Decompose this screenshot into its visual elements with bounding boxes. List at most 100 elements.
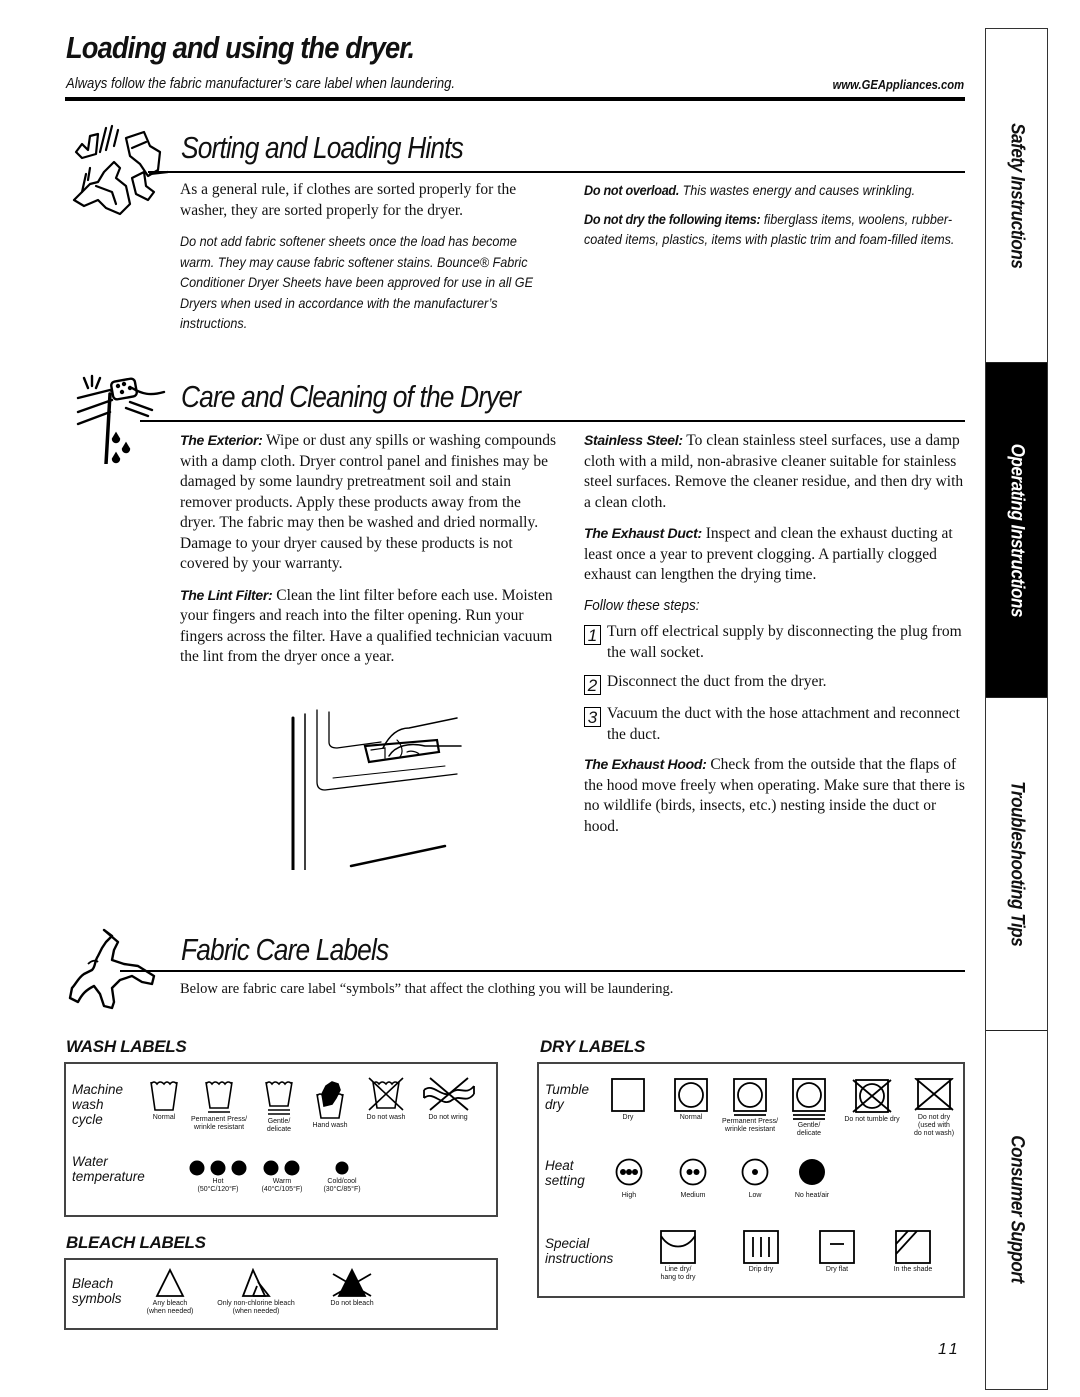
wash-caption: Gentle/ delicate bbox=[266, 1118, 292, 1133]
steps-list: 1 Turn off electrical supply by disconne… bbox=[584, 622, 969, 745]
step-item: 1 Turn off electrical supply by disconne… bbox=[584, 622, 969, 663]
do-not-dry-icon: Do not dry (used with do not wash) bbox=[907, 1078, 961, 1138]
dry-caption: Low bbox=[748, 1192, 762, 1199]
tab-consumer-support[interactable]: Consumer Support bbox=[986, 1031, 1047, 1388]
step-item: 3 Vacuum the duct with the hose attachme… bbox=[584, 704, 969, 745]
page-title: Loading and using the dryer. bbox=[66, 30, 415, 65]
exhaust-hood-lead: The Exhaust Hood: bbox=[584, 756, 707, 772]
bleach-labels-heading: BLEACH LABELS bbox=[66, 1233, 206, 1252]
do-not-wash-icon: Do not wash bbox=[362, 1076, 410, 1122]
dry-caption: Gentle/ delicate bbox=[796, 1122, 822, 1137]
lint-filter-paragraph: The Lint Filter: Clean the lint filter b… bbox=[180, 585, 560, 668]
do-not-dry-items: Do not dry the following items: fibergla… bbox=[584, 209, 962, 250]
tab-label: Operating Instructions bbox=[1006, 443, 1028, 617]
section-rule bbox=[120, 970, 965, 972]
wash-gentle-icon: Gentle/ delicate bbox=[256, 1076, 302, 1134]
tumbling-clothes-icon bbox=[68, 124, 170, 216]
tab-label: Troubleshooting Tips bbox=[1006, 781, 1028, 947]
heat-high-icon: High bbox=[611, 1158, 647, 1200]
special-instructions-label: Special instructions bbox=[545, 1236, 614, 1266]
exterior-paragraph: The Exterior: Wipe or dust any spills or… bbox=[180, 430, 560, 575]
no-heat-icon: No heat/air bbox=[787, 1158, 837, 1200]
in-the-shade-icon: In the shade bbox=[889, 1230, 937, 1274]
tumble-permanent-press-icon: Permanent Press/ wrinkle resistant bbox=[717, 1078, 783, 1134]
dry-flat-icon: Dry flat bbox=[815, 1230, 859, 1274]
wash-normal-icon: Normal bbox=[144, 1076, 184, 1122]
tab-label: Consumer Support bbox=[1006, 1135, 1028, 1284]
fabric-intro: Below are fabric care label “symbols” th… bbox=[180, 981, 674, 997]
page-number: 11 bbox=[938, 1341, 961, 1358]
fabric-softener-note: Do not add fabric softener sheets once t… bbox=[180, 233, 534, 331]
dry-labels-box: Tumble dry Heat setting Special instruct… bbox=[537, 1062, 965, 1298]
dry-labels-heading: DRY LABELS bbox=[540, 1037, 646, 1056]
step-item: 2 Disconnect the duct from the dryer. bbox=[584, 672, 969, 695]
heat-medium-icon: Medium bbox=[673, 1158, 713, 1200]
stainless-steel-paragraph: Stainless Steel: To clean stainless stee… bbox=[584, 430, 969, 513]
section-title-care: Care and Cleaning of the Dryer bbox=[181, 379, 521, 414]
do-not-bleach-icon: Do not bleach bbox=[322, 1268, 382, 1308]
tumble-gentle-icon: Gentle/ delicate bbox=[789, 1078, 829, 1138]
tab-safety-instructions[interactable]: Safety Instructions bbox=[986, 29, 1047, 363]
overload-lead: Do not overload. bbox=[584, 182, 680, 198]
dry-caption: Drip dry bbox=[748, 1266, 774, 1273]
heat-setting-label: Heat setting bbox=[545, 1158, 585, 1188]
water-temperature-label: Water temperature bbox=[72, 1154, 145, 1184]
do-not-wring-icon: Do not wring bbox=[418, 1076, 478, 1122]
exterior-lead: The Exterior: bbox=[180, 432, 263, 448]
tab-troubleshooting-tips[interactable]: Troubleshooting Tips bbox=[986, 698, 1047, 1031]
section-tabs: Safety Instructions Operating Instructio… bbox=[985, 28, 1048, 1390]
page-subtitle: Always follow the fabric manufacturer’s … bbox=[66, 76, 456, 92]
step-text: Disconnect the duct from the dryer. bbox=[607, 673, 827, 690]
dry-icon: Dry bbox=[609, 1078, 647, 1122]
hand-wash-icon: Hand wash bbox=[308, 1080, 352, 1130]
header-rule bbox=[65, 97, 965, 101]
dry-caption: Normal bbox=[679, 1114, 703, 1121]
section-rule bbox=[148, 171, 965, 173]
section-title-fabric: Fabric Care Labels bbox=[181, 932, 389, 967]
sorting-right-column: Do not overload. This wastes energy and … bbox=[584, 180, 974, 260]
do-not-tumble-dry-icon: Do not tumble dry bbox=[839, 1078, 905, 1124]
exhaust-duct-lead: The Exhaust Duct: bbox=[584, 525, 702, 541]
sorting-general-rule: As a general rule, if clothes are sorted… bbox=[180, 181, 517, 219]
section-title-sorting: Sorting and Loading Hints bbox=[181, 130, 464, 165]
tumble-dry-label: Tumble dry bbox=[545, 1082, 590, 1112]
dry-caption: Line dry/ hang to dry bbox=[660, 1266, 696, 1281]
tab-operating-instructions[interactable]: Operating Instructions bbox=[986, 363, 1047, 698]
bleach-labels-box: Bleach symbols Any bleach (when needed) … bbox=[64, 1258, 498, 1330]
two-dots-warm-icon: Warm (40°C/105°F) bbox=[258, 1160, 306, 1194]
do-not-dry-lead: Do not dry the following items: bbox=[584, 210, 761, 227]
heat-low-icon: Low bbox=[737, 1158, 773, 1200]
wash-caption: Warm (40°C/105°F) bbox=[261, 1178, 303, 1193]
dry-caption: No heat/air bbox=[794, 1192, 830, 1199]
step-text: Vacuum the duct with the hose attachment… bbox=[607, 705, 960, 743]
steps-heading: Follow these steps: bbox=[584, 596, 700, 614]
website-link[interactable]: www.GEAppliances.com bbox=[833, 78, 964, 92]
three-dots-hot-icon: Hot (50°C/120°F) bbox=[186, 1160, 250, 1194]
wash-permanent-press-icon: Permanent Press/ wrinkle resistant bbox=[186, 1076, 252, 1132]
care-left-column: The Exterior: Wipe or dust any spills or… bbox=[180, 430, 560, 678]
sorting-left-column: As a general rule, if clothes are sorted… bbox=[180, 180, 560, 344]
bleach-caption: Only non-chlorine bleach (when needed) bbox=[217, 1300, 295, 1315]
dry-caption: In the shade bbox=[893, 1266, 933, 1273]
any-bleach-icon: Any bleach (when needed) bbox=[140, 1268, 200, 1316]
one-dot-cold-icon: Cold/cool (30°C/85°F) bbox=[318, 1160, 366, 1194]
bleach-caption: Do not bleach bbox=[330, 1300, 374, 1307]
step-number: 2 bbox=[584, 675, 601, 695]
exterior-text: Wipe or dust any spills or washing compo… bbox=[180, 432, 557, 572]
machine-wash-label: Machine wash cycle bbox=[72, 1082, 124, 1127]
dry-caption: Medium bbox=[680, 1192, 706, 1199]
bleach-caption: Any bleach (when needed) bbox=[146, 1300, 194, 1315]
dry-caption: Dry flat bbox=[825, 1266, 849, 1273]
wash-caption: Do not wring bbox=[428, 1114, 468, 1121]
step-text: Turn off electrical supply by disconnect… bbox=[607, 623, 962, 661]
section-rule bbox=[140, 420, 965, 422]
dry-caption: Dry bbox=[622, 1114, 634, 1121]
wash-caption: Hand wash bbox=[312, 1122, 348, 1129]
wash-caption: Cold/cool (30°C/85°F) bbox=[323, 1178, 361, 1193]
lint-filter-illustration bbox=[285, 706, 465, 872]
wash-labels-heading: WASH LABELS bbox=[66, 1037, 187, 1056]
wash-caption: Normal bbox=[152, 1114, 176, 1121]
stainless-steel-lead: Stainless Steel: bbox=[584, 432, 683, 448]
tab-label: Safety Instructions bbox=[1006, 122, 1028, 269]
exhaust-duct-paragraph: The Exhaust Duct: Inspect and clean the … bbox=[584, 523, 969, 586]
